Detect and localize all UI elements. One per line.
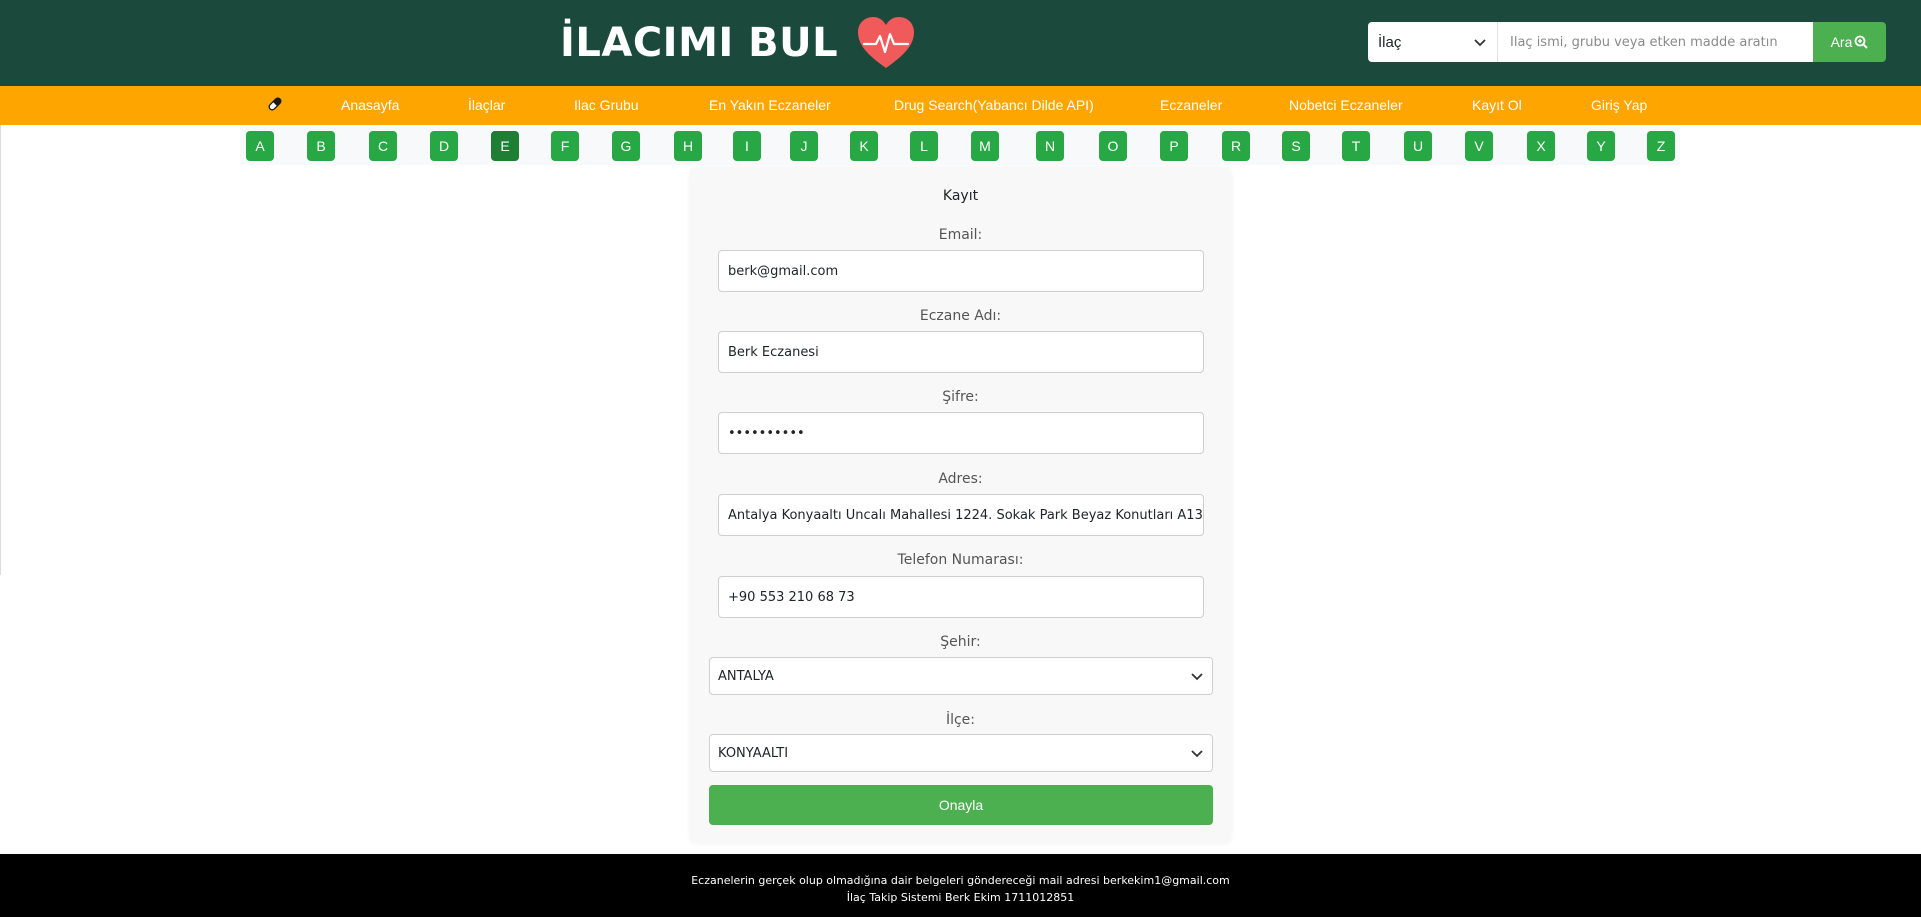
search-plus-icon <box>1854 35 1869 49</box>
nav-drug-search[interactable]: Drug Search(Yabancı Dilde API) <box>894 86 1094 125</box>
brand-title: İLACIMI BUL <box>560 20 839 66</box>
nav-ilac-grubu[interactable]: Ilac Grubu <box>574 86 639 125</box>
letter-button-t[interactable]: T <box>1342 131 1370 161</box>
letter-button-s[interactable]: S <box>1282 131 1310 161</box>
letter-button-j[interactable]: J <box>790 131 818 161</box>
letter-button-l[interactable]: L <box>910 131 938 161</box>
letter-button-v[interactable]: V <box>1465 131 1493 161</box>
footer-credit-text: İlaç Takip Sistemi Berk Ekim 1711012851 <box>846 891 1075 904</box>
chevron-down-icon <box>1474 39 1486 47</box>
password-label: Şifre: <box>942 389 979 405</box>
letter-button-a[interactable]: A <box>246 131 274 161</box>
letter-button-p[interactable]: P <box>1160 131 1188 161</box>
letter-button-z[interactable]: Z <box>1647 131 1675 161</box>
site-footer: Eczanelerin gerçek olup olmadığına dair … <box>0 854 1921 917</box>
search-input[interactable] <box>1498 22 1813 62</box>
phone-label: Telefon Numarası: <box>897 552 1024 568</box>
footer-contact-text: Eczanelerin gerçek olup olmadığına dair … <box>691 874 1230 887</box>
nav-nobetci-eczaneler[interactable]: Nobetci Eczaneler <box>1289 86 1403 125</box>
address-label: Adres: <box>938 471 983 487</box>
letter-button-u[interactable]: U <box>1404 131 1432 161</box>
email-field[interactable]: berk@gmail.com <box>718 250 1204 292</box>
letter-button-b[interactable]: B <box>307 131 335 161</box>
search-button[interactable]: Ara <box>1813 22 1886 62</box>
pharmacy-name-label: Eczane Adı: <box>919 308 1002 324</box>
city-label: Şehir: <box>940 634 981 650</box>
letter-button-y[interactable]: Y <box>1587 131 1615 161</box>
letter-button-i[interactable]: I <box>733 131 761 161</box>
email-label: Email: <box>938 227 983 243</box>
site-header: İLACIMI BUL İlaç Ara <box>0 0 1921 86</box>
letter-button-m[interactable]: M <box>971 131 999 161</box>
form-title: Kayıt <box>942 188 979 204</box>
brand[interactable]: İLACIMI BUL <box>560 14 916 72</box>
register-form-card: Kayıt Email: berk@gmail.com Eczane Adı: … <box>690 168 1231 843</box>
letter-button-n[interactable]: N <box>1036 131 1064 161</box>
city-select[interactable]: ANTALYA <box>709 657 1213 695</box>
letter-button-o[interactable]: O <box>1099 131 1127 161</box>
nav-en-yakin-eczaneler[interactable]: En Yakın Eczaneler <box>709 86 831 125</box>
district-select[interactable]: KONYAALTI <box>709 734 1213 772</box>
heart-pulse-icon <box>858 17 915 68</box>
letter-button-f[interactable]: F <box>551 131 579 161</box>
chevron-down-icon <box>1191 750 1203 758</box>
search-category-select[interactable]: İlaç <box>1368 22 1498 62</box>
letter-button-h[interactable]: H <box>674 131 702 161</box>
district-label: İlçe: <box>945 712 976 728</box>
search-category-value: İlaç <box>1378 33 1402 51</box>
chevron-down-icon <box>1191 673 1203 681</box>
nav-kayit-ol[interactable]: Kayıt Ol <box>1472 86 1522 125</box>
city-select-value: ANTALYA <box>718 668 774 684</box>
nav-anasayfa[interactable]: Anasayfa <box>341 86 399 125</box>
letter-button-k[interactable]: K <box>850 131 878 161</box>
district-select-value: KONYAALTI <box>718 745 789 761</box>
letter-button-e[interactable]: E <box>491 131 519 161</box>
page-left-border <box>0 125 1 575</box>
nav-eczaneler[interactable]: Eczaneler <box>1160 86 1222 125</box>
submit-button[interactable]: Onayla <box>709 785 1213 825</box>
letter-button-g[interactable]: G <box>612 131 640 161</box>
main-nav: Anasayfa İlaçlar Ilac Grubu En Yakın Ecz… <box>0 86 1921 125</box>
address-field[interactable]: Antalya Konyaaltı Uncalı Mahallesi 1224.… <box>718 494 1204 536</box>
letter-button-x[interactable]: X <box>1527 131 1555 161</box>
letter-button-d[interactable]: D <box>430 131 458 161</box>
nav-giris-yap[interactable]: Giriş Yap <box>1591 86 1647 125</box>
pill-icon[interactable] <box>265 94 285 114</box>
nav-ilaclar[interactable]: İlaçlar <box>468 86 505 125</box>
password-field[interactable]: •••••••••• <box>718 412 1204 454</box>
phone-field[interactable]: +90 553 210 68 73 <box>718 576 1204 618</box>
search-bar: İlaç Ara <box>1368 22 1886 62</box>
search-button-label: Ara <box>1830 34 1853 50</box>
letter-button-c[interactable]: C <box>369 131 397 161</box>
letter-button-r[interactable]: R <box>1222 131 1250 161</box>
pharmacy-name-field[interactable]: Berk Eczanesi <box>718 331 1204 373</box>
